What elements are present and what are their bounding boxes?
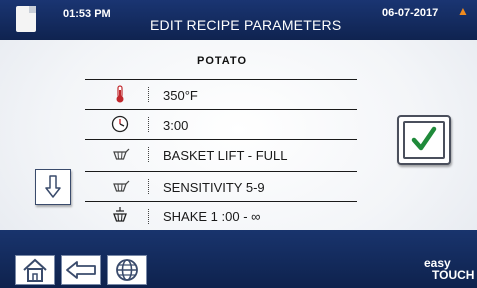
page-title: EDIT RECIPE PARAMETERS — [150, 17, 342, 33]
thermometer-icon — [110, 84, 130, 104]
clock-time: 01:53 PM — [63, 8, 111, 20]
top-bar: 01:53 PM EDIT RECIPE PARAMETERS 06-07-20… — [0, 0, 477, 40]
divider — [85, 171, 357, 172]
confirm-button[interactable] — [397, 115, 451, 165]
time-value: 3:00 — [163, 118, 189, 133]
flame-icon: ▲ — [457, 4, 469, 18]
row-separator — [148, 179, 149, 194]
clock-icon — [110, 114, 130, 134]
brand-logo-line2: TOUCH — [432, 268, 475, 282]
checkmark-icon — [411, 126, 437, 151]
divider — [85, 109, 357, 110]
scroll-down-button[interactable] — [35, 169, 71, 205]
arrow-down-icon — [45, 175, 61, 198]
param-row-sensitivity[interactable]: SENSITIVITY 5-9 — [85, 175, 357, 199]
globe-icon — [116, 259, 138, 281]
home-icon — [23, 258, 47, 282]
language-button[interactable] — [107, 255, 147, 285]
row-separator — [148, 87, 149, 102]
basket-icon — [110, 144, 130, 164]
file-icon[interactable] — [16, 6, 36, 32]
shake-value: SHAKE 1 :00 - ∞ — [163, 209, 261, 224]
divider — [85, 201, 357, 202]
back-button[interactable] — [61, 255, 101, 285]
home-button[interactable] — [15, 255, 55, 285]
current-date: 06-07-2017 — [382, 7, 439, 19]
row-separator — [148, 209, 149, 224]
screen: 01:53 PM EDIT RECIPE PARAMETERS 06-07-20… — [0, 0, 477, 288]
divider — [85, 139, 357, 140]
divider — [85, 79, 357, 80]
temperature-value: 350°F — [163, 88, 198, 103]
basket-shake-icon — [110, 206, 130, 226]
basket-lift-value: BASKET LIFT - FULL — [163, 148, 288, 163]
row-separator — [148, 117, 149, 132]
arrow-left-icon — [66, 261, 96, 279]
basket-icon — [110, 176, 130, 196]
param-row-shake[interactable]: SHAKE 1 :00 - ∞ — [85, 205, 357, 229]
param-row-time[interactable]: 3:00 — [85, 113, 357, 137]
sensitivity-value: SENSITIVITY 5-9 — [163, 180, 265, 195]
param-row-basket-lift[interactable]: BASKET LIFT - FULL — [85, 143, 357, 167]
row-separator — [148, 147, 149, 162]
param-row-temperature[interactable]: 350°F — [85, 83, 357, 107]
product-name: POTATO — [197, 55, 247, 67]
